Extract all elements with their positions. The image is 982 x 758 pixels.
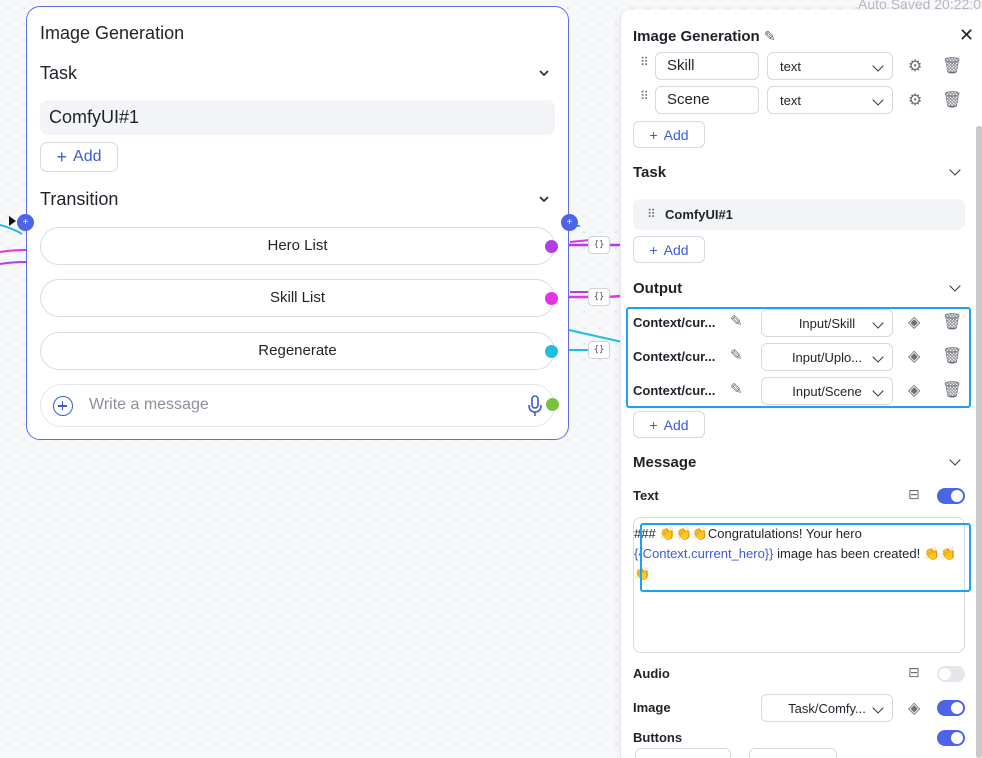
- add-attachment-icon[interactable]: [53, 396, 73, 416]
- button-field-stub[interactable]: [749, 748, 837, 758]
- node-task-item[interactable]: ComfyUI#1: [40, 100, 555, 135]
- microphone-icon[interactable]: [527, 394, 543, 418]
- text-label: Text: [633, 488, 659, 503]
- buttons-label: Buttons: [633, 730, 683, 745]
- trash-icon[interactable]: 🗑: [942, 90, 962, 110]
- chevron-down-icon[interactable]: [949, 280, 961, 292]
- input-handle[interactable]: +: [17, 214, 34, 231]
- panel-title: Image Generation ✎: [633, 28, 776, 45]
- node-task-heading: Task: [40, 63, 78, 83]
- plus-icon: +: [649, 241, 658, 258]
- message-port[interactable]: [546, 398, 559, 411]
- audio-label: Audio: [633, 666, 670, 681]
- plus-icon: +: [649, 416, 658, 433]
- panel-task-heading: Task: [633, 164, 667, 181]
- input-name-field[interactable]: Scene: [655, 86, 759, 114]
- image-generation-node[interactable]: Image Generation Task ComfyUI#1 + Add Tr…: [26, 6, 569, 440]
- chevron-down-icon[interactable]: [949, 164, 961, 176]
- input-type-select[interactable]: text: [767, 52, 893, 80]
- transition-regenerate[interactable]: Regenerate: [40, 332, 555, 370]
- panel-output-heading: Output: [633, 280, 683, 297]
- transition-skill-list[interactable]: Skill List: [40, 279, 555, 317]
- node-add-task-button[interactable]: + Add: [40, 142, 118, 172]
- text-toggle[interactable]: [937, 488, 965, 504]
- plus-icon: +: [649, 126, 658, 143]
- message-highlight: [640, 523, 971, 592]
- output-handle[interactable]: +: [561, 214, 578, 231]
- scrollbar-thumb[interactable]: [976, 126, 982, 758]
- cursor-arrow-icon: [9, 216, 16, 226]
- audio-toggle[interactable]: [937, 666, 965, 682]
- output-highlight: [626, 307, 971, 408]
- transition-port-skill-list[interactable]: [545, 292, 558, 305]
- close-icon[interactable]: ✕: [959, 25, 974, 46]
- buttons-toggle[interactable]: [937, 730, 965, 746]
- drag-handle-icon[interactable]: ⠿: [647, 208, 656, 220]
- settings-panel: Image Generation ✎ ✕ ⠿ Skill text ⚙ 🗑 ⠿ …: [620, 10, 982, 758]
- message-input-box[interactable]: Write a message: [40, 384, 555, 427]
- input-type-select[interactable]: text: [767, 86, 893, 114]
- add-output-button[interactable]: + Add: [633, 411, 705, 438]
- edit-icon[interactable]: ✎: [764, 28, 776, 44]
- message-input[interactable]: Write a message: [89, 396, 209, 414]
- layers-icon[interactable]: ◈: [908, 698, 920, 718]
- node-transition-heading: Transition: [40, 189, 119, 209]
- panel-task-item[interactable]: ⠿ ComfyUI#1: [633, 199, 965, 230]
- archive-icon[interactable]: ⊟: [908, 486, 920, 503]
- drag-handle-icon[interactable]: ⠿: [640, 56, 649, 68]
- gear-icon[interactable]: ⚙: [908, 56, 922, 76]
- archive-icon[interactable]: ⊟: [908, 664, 920, 681]
- transition-hero-list[interactable]: Hero List: [40, 227, 555, 265]
- edge-code-icon[interactable]: {}: [588, 236, 610, 254]
- trash-icon[interactable]: 🗑: [942, 56, 962, 76]
- add-label: Add: [73, 148, 102, 165]
- image-source-select[interactable]: Task/Comfy...: [761, 694, 893, 722]
- image-toggle[interactable]: [937, 700, 965, 716]
- gear-icon[interactable]: ⚙: [908, 90, 922, 110]
- transition-port-hero-list[interactable]: [545, 240, 558, 253]
- chevron-down-icon[interactable]: [949, 454, 961, 466]
- button-field-stub[interactable]: [635, 748, 731, 758]
- node-title: Image Generation: [40, 23, 185, 43]
- chevron-down-icon[interactable]: [538, 193, 550, 205]
- plus-icon: +: [56, 147, 68, 167]
- chevron-down-icon[interactable]: [538, 67, 550, 79]
- add-task-button[interactable]: + Add: [633, 236, 705, 263]
- panel-message-heading: Message: [633, 454, 697, 471]
- add-input-button[interactable]: + Add: [633, 121, 705, 148]
- transition-port-regenerate[interactable]: [545, 345, 558, 358]
- edge-code-icon[interactable]: {}: [588, 341, 610, 359]
- input-name-field[interactable]: Skill: [655, 52, 759, 80]
- edge-code-icon[interactable]: {}: [588, 288, 610, 306]
- image-label: Image: [633, 700, 671, 715]
- drag-handle-icon[interactable]: ⠿: [640, 90, 649, 102]
